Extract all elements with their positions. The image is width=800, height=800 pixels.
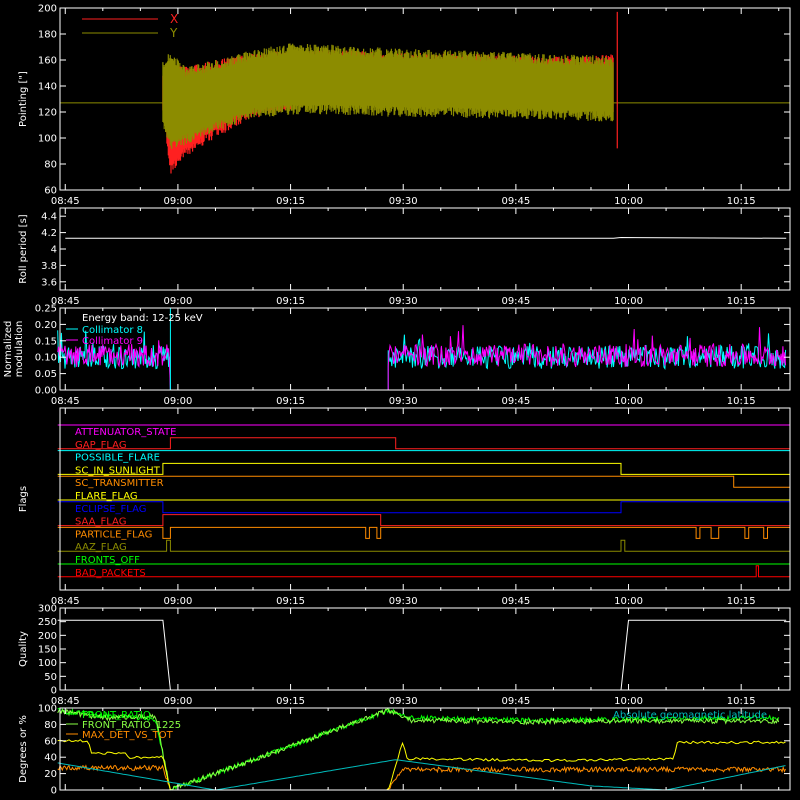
- x-tick-label: 09:15: [276, 596, 305, 607]
- x-tick-label: 10:15: [727, 396, 756, 407]
- x-tick-label: 09:30: [389, 596, 418, 607]
- energy-band-annotation: Energy band: 12-25 keV: [82, 313, 203, 324]
- y-tick-label: 80: [44, 720, 57, 731]
- x-tick-label: 09:15: [276, 296, 305, 307]
- flag-label: SC_TRANSMITTER: [75, 478, 164, 489]
- y-tick-label: 4.2: [41, 228, 57, 239]
- geomagnetic-latitude-label: Absolute geomagnetic latitude: [613, 710, 767, 721]
- x-tick-label: 10:00: [614, 596, 643, 607]
- x-tick-label: 09:00: [163, 596, 192, 607]
- x-tick-label: 09:00: [163, 696, 192, 707]
- flag-label: ATTENUATOR_STATE: [75, 427, 176, 438]
- y-axis-label: Quality: [18, 631, 29, 667]
- x-tick-label: 08:45: [51, 396, 80, 407]
- flag-label: BAD_PACKETS: [75, 568, 146, 579]
- y-tick-label: 0.00: [35, 386, 57, 397]
- y-axis-label: Degrees or %: [18, 715, 29, 783]
- x-tick-label: 10:00: [614, 696, 643, 707]
- legend-label: X: [170, 12, 178, 26]
- y-tick-label: 4: [51, 245, 57, 256]
- x-tick-label: 09:45: [501, 596, 530, 607]
- y-tick-label: 250: [38, 617, 57, 628]
- y-tick-label: 100: [38, 704, 57, 715]
- x-tick-label: 08:45: [51, 196, 80, 207]
- x-tick-label: 09:15: [276, 396, 305, 407]
- y-tick-label: 60: [44, 186, 57, 197]
- flag-label: ECLIPSE_FLAG: [75, 504, 146, 515]
- x-tick-label: 09:30: [389, 296, 418, 307]
- x-tick-label: 09:00: [163, 196, 192, 207]
- x-tick-label: 10:00: [614, 396, 643, 407]
- y-tick-label: 60: [44, 736, 57, 747]
- y-tick-label: 180: [38, 30, 57, 41]
- flag-label: SAA_FLAG: [75, 517, 126, 528]
- flag-label: PARTICLE_FLAG: [75, 529, 152, 540]
- y-tick-label: 0.15: [35, 336, 57, 347]
- y-tick-label: 20: [44, 769, 57, 780]
- flag-label: FRONTS_OFF: [75, 555, 140, 566]
- y-tick-label: 300: [38, 604, 57, 615]
- y-tick-label: 0.10: [35, 353, 57, 364]
- y-tick-label: 0: [51, 786, 57, 797]
- y-tick-label: 3.6: [41, 277, 57, 288]
- x-tick-label: 09:45: [501, 696, 530, 707]
- x-tick-label: 10:15: [727, 196, 756, 207]
- x-tick-label: 09:30: [389, 696, 418, 707]
- flag-label: GAP_FLAG: [75, 440, 127, 451]
- y-tick-label: 0.20: [35, 320, 57, 331]
- x-tick-label: 09:45: [501, 196, 530, 207]
- x-tick-label: 10:00: [614, 196, 643, 207]
- y-tick-label: 4.4: [41, 212, 57, 223]
- x-tick-label: 09:00: [163, 296, 192, 307]
- y-tick-label: 0: [51, 686, 57, 697]
- x-tick-label: 09:30: [389, 396, 418, 407]
- y-tick-label: 200: [38, 631, 57, 642]
- flag-label: AAZ_FLAG: [75, 542, 127, 553]
- y-axis-label: Pointing ["]: [18, 71, 29, 127]
- y-tick-label: 200: [38, 4, 57, 15]
- y-tick-label: 150: [38, 645, 57, 656]
- y-tick-label: 120: [38, 108, 57, 119]
- y-tick-label: 100: [38, 658, 57, 669]
- x-tick-label: 10:15: [727, 696, 756, 707]
- legend-label: Y: [169, 26, 178, 40]
- x-tick-label: 09:15: [276, 696, 305, 707]
- x-tick-label: 10:00: [614, 296, 643, 307]
- x-tick-label: 09:45: [501, 296, 530, 307]
- x-tick-label: 10:15: [727, 296, 756, 307]
- hessi-quicklook-figure: 608010012014016018020008:45 09:00 09:15 09:…: [0, 0, 800, 800]
- y-tick-label: 140: [38, 82, 57, 93]
- y-tick-label: 160: [38, 56, 57, 67]
- x-tick-label: 10:15: [727, 596, 756, 607]
- y-axis-label: Normalized: [3, 321, 14, 378]
- y-tick-label: 0.05: [35, 369, 57, 380]
- y-tick-label: 3.8: [41, 261, 57, 272]
- y-tick-label: 100: [38, 134, 57, 145]
- y-axis-label: Roll period [s]: [18, 214, 29, 283]
- x-tick-label: 09:15: [276, 196, 305, 207]
- flag-label: POSSIBLE_FLARE: [75, 453, 160, 464]
- y-tick-label: 80: [44, 160, 57, 171]
- x-tick-label: 09:00: [163, 396, 192, 407]
- legend-label: Collimator 8: [82, 325, 143, 336]
- y-tick-label: 0.25: [35, 304, 57, 315]
- flag-label: FLARE_FLAG: [75, 491, 138, 502]
- legend-label: MAX_DET_VS_TOT: [82, 730, 174, 741]
- y-tick-label: 40: [44, 753, 57, 764]
- x-tick-label: 09:45: [501, 396, 530, 407]
- legend-label: Collimator 9: [82, 336, 143, 347]
- flag-label: SC_IN_SUNLIGHT: [75, 465, 161, 476]
- y-axis-label: modulation: [14, 321, 25, 378]
- y-axis-label: Flags: [18, 486, 29, 512]
- y-tick-label: 50: [44, 672, 57, 683]
- x-tick-label: 09:30: [389, 196, 418, 207]
